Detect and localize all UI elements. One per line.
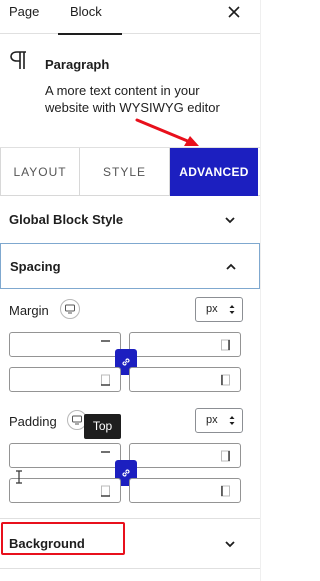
chevron-down-icon	[225, 217, 235, 224]
padding-top-input[interactable]	[9, 443, 121, 468]
side-left-icon	[221, 485, 230, 497]
tab-style[interactable]: STYLE	[80, 148, 170, 196]
tab-page[interactable]: Page	[9, 0, 43, 34]
panel-title-global-block-style: Global Block Style	[9, 212, 124, 227]
side-top-icon	[101, 340, 110, 342]
margin-top-input[interactable]	[9, 332, 121, 357]
tab-advanced[interactable]: ADVANCED	[170, 148, 258, 196]
up-down-icon	[229, 305, 235, 314]
padding-label: Padding	[9, 414, 57, 429]
style-tabs: LAYOUT STYLE ADVANCED	[0, 148, 260, 196]
panel-title-spacing: Spacing	[10, 259, 61, 274]
padding-bottom-input[interactable]	[129, 478, 241, 503]
side-right-icon	[221, 450, 230, 462]
padding-unit-value: px	[206, 414, 218, 426]
padding-right-input[interactable]	[129, 443, 241, 468]
side-left-icon	[221, 374, 230, 386]
margin-left-input[interactable]	[9, 367, 121, 392]
tab-block[interactable]: Block	[58, 0, 122, 35]
close-icon[interactable]	[226, 4, 242, 20]
margin-bottom-input[interactable]	[129, 367, 241, 392]
block-description: A more text content in your website with…	[45, 83, 220, 115]
margin-label: Margin	[9, 303, 49, 318]
scrollbar-gutter[interactable]	[260, 0, 268, 581]
divider	[0, 568, 260, 569]
sidebar-tabs: Page Block	[0, 0, 260, 35]
padding-unit-select[interactable]: px	[195, 408, 243, 433]
chevron-down-icon	[225, 541, 235, 548]
panel-global-block-style[interactable]: Global Block Style	[0, 196, 260, 244]
desktop-device-icon[interactable]	[60, 299, 80, 319]
side-bottom-icon	[101, 485, 110, 497]
up-down-icon	[229, 416, 235, 425]
margin-right-input[interactable]	[129, 332, 241, 357]
tab-block-label: Block	[70, 4, 102, 19]
chevron-up-icon	[226, 263, 236, 270]
margin-unit-value: px	[206, 303, 218, 315]
side-right-icon	[221, 339, 230, 351]
padding-left-input[interactable]	[9, 478, 121, 503]
side-bottom-icon	[101, 374, 110, 386]
text-cursor-icon	[16, 470, 22, 484]
margin-unit-select[interactable]: px	[195, 297, 243, 322]
panel-spacing[interactable]: Spacing	[0, 243, 260, 289]
side-top-icon	[101, 451, 110, 453]
block-title: Paragraph	[45, 57, 110, 72]
annotation-highlight-box	[1, 522, 125, 555]
block-card: Paragraph A more text content in your we…	[0, 34, 260, 148]
tab-layout[interactable]: LAYOUT	[0, 148, 80, 196]
tooltip: Top	[84, 414, 121, 439]
paragraph-icon	[10, 51, 26, 69]
